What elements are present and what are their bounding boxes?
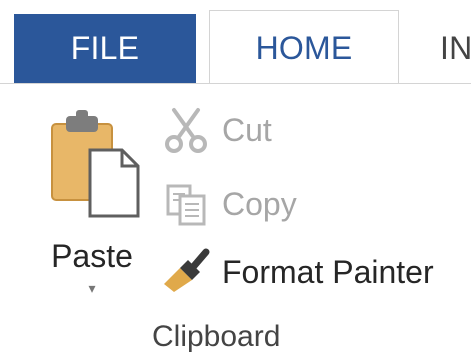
paintbrush-icon <box>164 248 210 292</box>
tab-insert-label: IN <box>440 30 471 66</box>
format-painter-label: Format Painter <box>222 253 434 290</box>
format-painter-button[interactable]: Format Painter <box>162 246 434 298</box>
copy-icon <box>166 184 206 226</box>
paste-button[interactable]: Paste ▾ <box>36 104 148 304</box>
clipboard-paste-icon <box>51 110 140 218</box>
scissors-icon <box>165 108 207 153</box>
cut-button[interactable]: Cut <box>162 104 272 156</box>
copy-button[interactable]: Copy <box>162 178 297 230</box>
ribbon-panel: Paste ▾ Cut Copy Format Painter Clipboar… <box>0 84 471 360</box>
paste-label: Paste <box>51 238 133 274</box>
tab-home-label: HOME <box>255 29 353 66</box>
paste-dropdown-arrow[interactable]: ▾ <box>36 280 148 297</box>
ribbon-tab-strip: FILE HOME IN <box>0 0 471 85</box>
copy-label: Copy <box>222 185 297 222</box>
tab-file-label: FILE <box>70 30 140 66</box>
tab-file[interactable]: FILE <box>14 14 196 83</box>
clipboard-group-label: Clipboard <box>152 320 281 353</box>
cut-label: Cut <box>222 111 272 148</box>
tab-home[interactable]: HOME <box>209 10 399 85</box>
tab-insert[interactable]: IN <box>440 14 471 83</box>
